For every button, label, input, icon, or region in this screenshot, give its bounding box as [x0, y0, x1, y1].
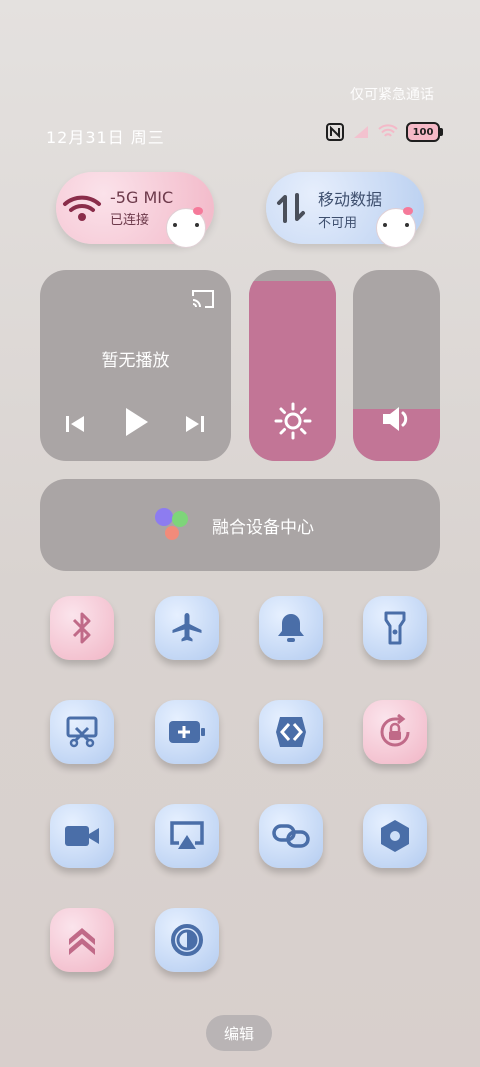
signal-icon — [354, 126, 368, 138]
wifi-icon — [378, 124, 398, 137]
cast-screen-icon — [170, 821, 204, 849]
mobile-data-card[interactable]: 移动数据 不可用 — [266, 172, 424, 248]
double-chevron-up-icon — [69, 928, 95, 955]
mobile-data-icon — [277, 193, 305, 223]
rotation-lock-icon — [380, 714, 410, 747]
nearby-share-toggle[interactable] — [259, 700, 323, 764]
wifi-status: 已连接 — [110, 213, 150, 228]
battery-level: 100 — [412, 126, 434, 138]
video-camera-icon — [65, 826, 99, 846]
contrast-icon — [171, 924, 203, 956]
kitty-decoration — [376, 207, 416, 248]
airplane-icon — [172, 613, 202, 642]
bell-icon — [278, 614, 304, 642]
fusion-device-center[interactable]: 融合设备中心 — [40, 479, 440, 571]
previous-icon[interactable] — [64, 414, 86, 434]
bluetooth-icon — [72, 612, 91, 644]
screen-cast-toggle[interactable] — [155, 804, 219, 868]
performance-mode-toggle[interactable] — [50, 908, 114, 972]
media-card[interactable]: 暂无播放 — [40, 270, 231, 461]
link-icon — [272, 824, 310, 848]
ring-mode-toggle[interactable] — [259, 596, 323, 660]
link-toggle[interactable] — [259, 804, 323, 868]
battery-saver-icon — [169, 721, 205, 743]
status-icons: 100 — [326, 122, 443, 142]
fusion-logo-icon — [155, 508, 188, 540]
rotation-lock-toggle[interactable] — [363, 700, 427, 764]
battery-saver-toggle[interactable] — [155, 700, 219, 764]
wifi-name: -5G MIC — [110, 188, 174, 207]
dark-mode-toggle[interactable] — [155, 908, 219, 972]
wifi-card[interactable]: -5G MIC 已连接 — [56, 172, 214, 248]
battery-icon: 100 — [406, 122, 443, 142]
emergency-call-text: 仅可紧急通话 — [350, 87, 434, 103]
bluetooth-toggle[interactable] — [50, 596, 114, 660]
screenshot-scissors-icon — [66, 716, 98, 748]
mobile-data-status: 不可用 — [318, 215, 358, 231]
cast-icon[interactable] — [190, 288, 216, 310]
hexagon-settings-toggle[interactable] — [363, 804, 427, 868]
kitty-decoration — [166, 207, 206, 248]
next-icon[interactable] — [184, 414, 206, 434]
screenshot-toggle[interactable] — [50, 700, 114, 764]
speaker-icon — [383, 407, 408, 431]
hexagon-icon — [381, 820, 409, 852]
sun-icon — [274, 402, 312, 440]
no-media-text: 暂无播放 — [101, 351, 170, 371]
edit-button[interactable]: 编辑 — [206, 1015, 272, 1051]
flashlight-toggle[interactable] — [363, 596, 427, 660]
date-text: 12月31日 周三 — [46, 128, 165, 147]
nfc-icon — [326, 123, 344, 141]
volume-slider[interactable] — [353, 270, 440, 461]
fusion-label: 融合设备中心 — [212, 518, 314, 538]
mobile-data-title: 移动数据 — [318, 189, 383, 209]
share-arrow-icon — [276, 717, 306, 747]
screen-record-toggle[interactable] — [50, 804, 114, 868]
flashlight-icon — [384, 611, 406, 645]
wifi-icon — [63, 195, 101, 221]
airplane-mode-toggle[interactable] — [155, 596, 219, 660]
brightness-slider[interactable] — [249, 270, 336, 461]
play-icon[interactable] — [122, 406, 150, 438]
